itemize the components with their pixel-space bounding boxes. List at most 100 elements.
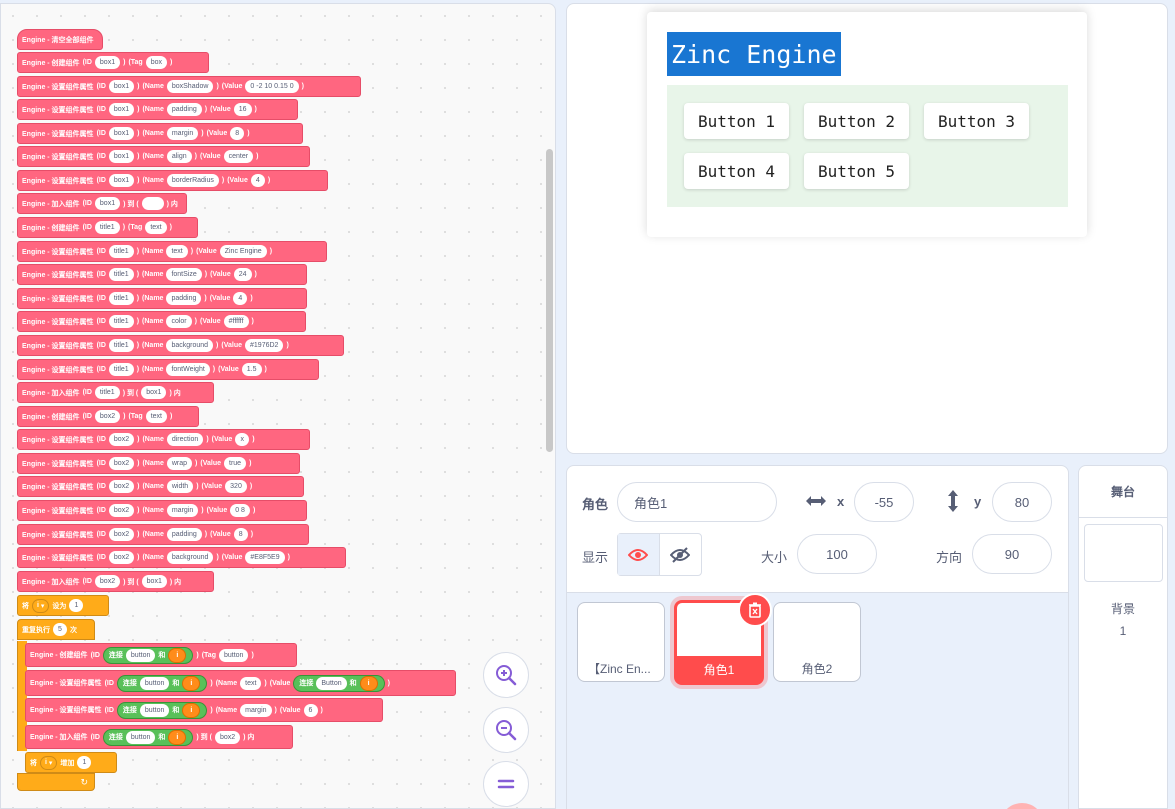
name-input[interactable]: background: [166, 551, 214, 564]
variable-dropdown[interactable]: i ▾: [32, 598, 50, 613]
value-input[interactable]: 8: [230, 127, 245, 140]
stage-thumbnail[interactable]: [1084, 524, 1163, 582]
block-set-property[interactable]: Engine - 设置组件属性 (ID 连接 button 和 i ) (Name text…: [25, 670, 456, 696]
name-input[interactable]: text: [240, 676, 262, 690]
block-set-property[interactable]: Engine - 设置组件属性 (ID box2) (Name margin) (V…: [17, 500, 307, 521]
block-create-component[interactable]: Engine - 创建组件 (ID 连接 button 和 i ) (Tag button): [25, 643, 297, 667]
name-input[interactable]: color: [166, 315, 192, 328]
id-input[interactable]: title1: [94, 386, 120, 399]
name-input[interactable]: direction: [166, 433, 204, 446]
block-set-property[interactable]: Engine - 设置组件属性 (ID title1) (Name padding)…: [17, 288, 307, 309]
block-set-property[interactable]: Engine - 设置组件属性 (ID box2) (Name direction)…: [17, 429, 310, 450]
name-input[interactable]: margin: [166, 504, 199, 517]
block-set-property[interactable]: Engine - 设置组件属性 (ID box1) (Name boxShadow)…: [17, 76, 361, 97]
id-input[interactable]: box1: [94, 56, 121, 69]
join-block[interactable]: 连接 button 和 i: [116, 701, 208, 719]
parent-input[interactable]: [141, 197, 164, 210]
tag-input[interactable]: text: [145, 410, 167, 423]
tag-input[interactable]: button: [218, 648, 249, 662]
block-append-component[interactable]: Engine - 加入组件 (ID title1 ) 到 (box1) 内: [17, 382, 214, 403]
variable-reporter[interactable]: i: [182, 675, 201, 691]
block-create-component[interactable]: Engine - 创建组件 (ID box1) (Tag box): [17, 52, 209, 73]
id-input[interactable]: box2: [108, 480, 135, 493]
value-input[interactable]: 24: [233, 268, 252, 281]
sprite-thumb-2[interactable]: 角色2: [773, 602, 861, 682]
name-input[interactable]: fontWeight: [166, 363, 210, 376]
block-set-property[interactable]: Engine - 设置组件属性 (ID title1) (Name backgrou…: [17, 335, 344, 356]
id-input[interactable]: title1: [108, 339, 134, 352]
tag-input[interactable]: text: [145, 221, 167, 234]
parent-input[interactable]: box1: [141, 575, 167, 588]
block-change-variable[interactable]: 将 i ▾ 增加 1: [25, 752, 117, 773]
value-input[interactable]: 320: [225, 480, 247, 493]
block-set-property[interactable]: Engine - 设置组件属性 (ID box2) (Name padding) (…: [17, 524, 309, 545]
id-input[interactable]: title1: [108, 268, 134, 281]
value-input[interactable]: true: [224, 457, 247, 470]
value-input[interactable]: Zinc Engine: [219, 245, 267, 258]
id-input[interactable]: title1: [108, 363, 134, 376]
name-input[interactable]: text: [166, 245, 188, 258]
value-input[interactable]: #1976D2: [245, 339, 284, 352]
block-set-property[interactable]: Engine - 设置组件属性 (ID box1) (Name padding) (…: [17, 99, 298, 120]
direction-input[interactable]: 90: [972, 534, 1052, 574]
name-input[interactable]: boxShadow: [166, 80, 214, 93]
variable-reporter[interactable]: i: [182, 702, 201, 718]
id-input[interactable]: box2: [94, 575, 121, 588]
value-input[interactable]: 16: [233, 103, 252, 116]
block-append-component[interactable]: Engine - 加入组件 (ID 连接 button 和 i ) 到 (box2) 内: [25, 725, 293, 749]
block-set-property[interactable]: Engine - 设置组件属性 (ID title1) (Name color) (…: [17, 311, 306, 332]
id-input[interactable]: box1: [108, 80, 135, 93]
variable-reporter[interactable]: i: [168, 647, 187, 663]
id-input[interactable]: box2: [108, 433, 135, 446]
name-input[interactable]: padding: [166, 103, 202, 116]
name-input[interactable]: padding: [166, 528, 202, 541]
block-set-property[interactable]: Engine - 设置组件属性 (ID box1) (Name borderRadi…: [17, 170, 328, 191]
block-create-component[interactable]: Engine - 创建组件 (ID title1) (Tag text): [17, 217, 198, 238]
block-set-property[interactable]: Engine - 设置组件属性 (ID title1) (Name fontSize…: [17, 264, 307, 285]
id-input[interactable]: box1: [108, 127, 135, 140]
block-repeat[interactable]: 重复执行 5 次: [17, 619, 95, 640]
value-input[interactable]: #E8F5E9: [245, 551, 285, 564]
block-set-property[interactable]: Engine - 设置组件属性 (ID box1) (Name align) (Va…: [17, 146, 310, 167]
id-input[interactable]: title1: [108, 292, 134, 305]
id-input[interactable]: box2: [108, 504, 135, 517]
block-set-property[interactable]: Engine - 设置组件属性 (ID box2) (Name background…: [17, 547, 346, 568]
block-set-property[interactable]: Engine - 设置组件属性 (ID box2) (Name wrap) (Val…: [17, 453, 300, 474]
zoom-reset-button[interactable]: [483, 761, 529, 807]
x-input[interactable]: -55: [854, 482, 914, 522]
value-input[interactable]: 1: [77, 756, 92, 769]
join-block[interactable]: 连接 button 和 i: [102, 728, 194, 746]
hide-button[interactable]: [660, 534, 702, 575]
id-input[interactable]: box2: [108, 528, 135, 541]
stage-button-3[interactable]: Button 3: [924, 103, 1029, 139]
id-input[interactable]: box2: [94, 410, 121, 423]
name-input[interactable]: padding: [166, 292, 202, 305]
id-input[interactable]: box1: [108, 103, 135, 116]
block-clear-all[interactable]: Engine - 清空全部组件: [17, 29, 103, 50]
value-input[interactable]: 0 8: [230, 504, 250, 517]
value-input[interactable]: 8: [233, 528, 248, 541]
id-input[interactable]: box1: [108, 174, 135, 187]
id-input[interactable]: box1: [108, 150, 135, 163]
parent-input[interactable]: box1: [141, 386, 167, 399]
value-input[interactable]: 0 -2 10 0.15 0: [245, 80, 299, 93]
zoom-out-button[interactable]: [483, 707, 529, 753]
id-input[interactable]: box2: [108, 457, 135, 470]
id-input[interactable]: box1: [94, 197, 121, 210]
block-set-property[interactable]: Engine - 设置组件属性 (ID 连接 button 和 i ) (Name marg…: [25, 698, 383, 722]
name-input[interactable]: margin: [166, 127, 199, 140]
show-button[interactable]: [618, 534, 660, 575]
value-input[interactable]: 1: [69, 599, 84, 612]
stage-button-2[interactable]: Button 2: [804, 103, 909, 139]
stage-button-5[interactable]: Button 5: [804, 153, 909, 189]
value-input[interactable]: #ffffff: [223, 315, 249, 328]
block-set-property[interactable]: Engine - 设置组件属性 (ID title1) (Name fontWeig…: [17, 359, 319, 380]
workspace-scrollbar[interactable]: [546, 149, 553, 452]
value-input[interactable]: x: [235, 433, 250, 446]
sprite-name-input[interactable]: 角色1: [617, 482, 777, 522]
delete-sprite-button[interactable]: [738, 593, 772, 627]
y-input[interactable]: 80: [992, 482, 1052, 522]
size-input[interactable]: 100: [797, 534, 877, 574]
variable-reporter[interactable]: i: [359, 675, 378, 691]
name-input[interactable]: borderRadius: [166, 174, 219, 187]
